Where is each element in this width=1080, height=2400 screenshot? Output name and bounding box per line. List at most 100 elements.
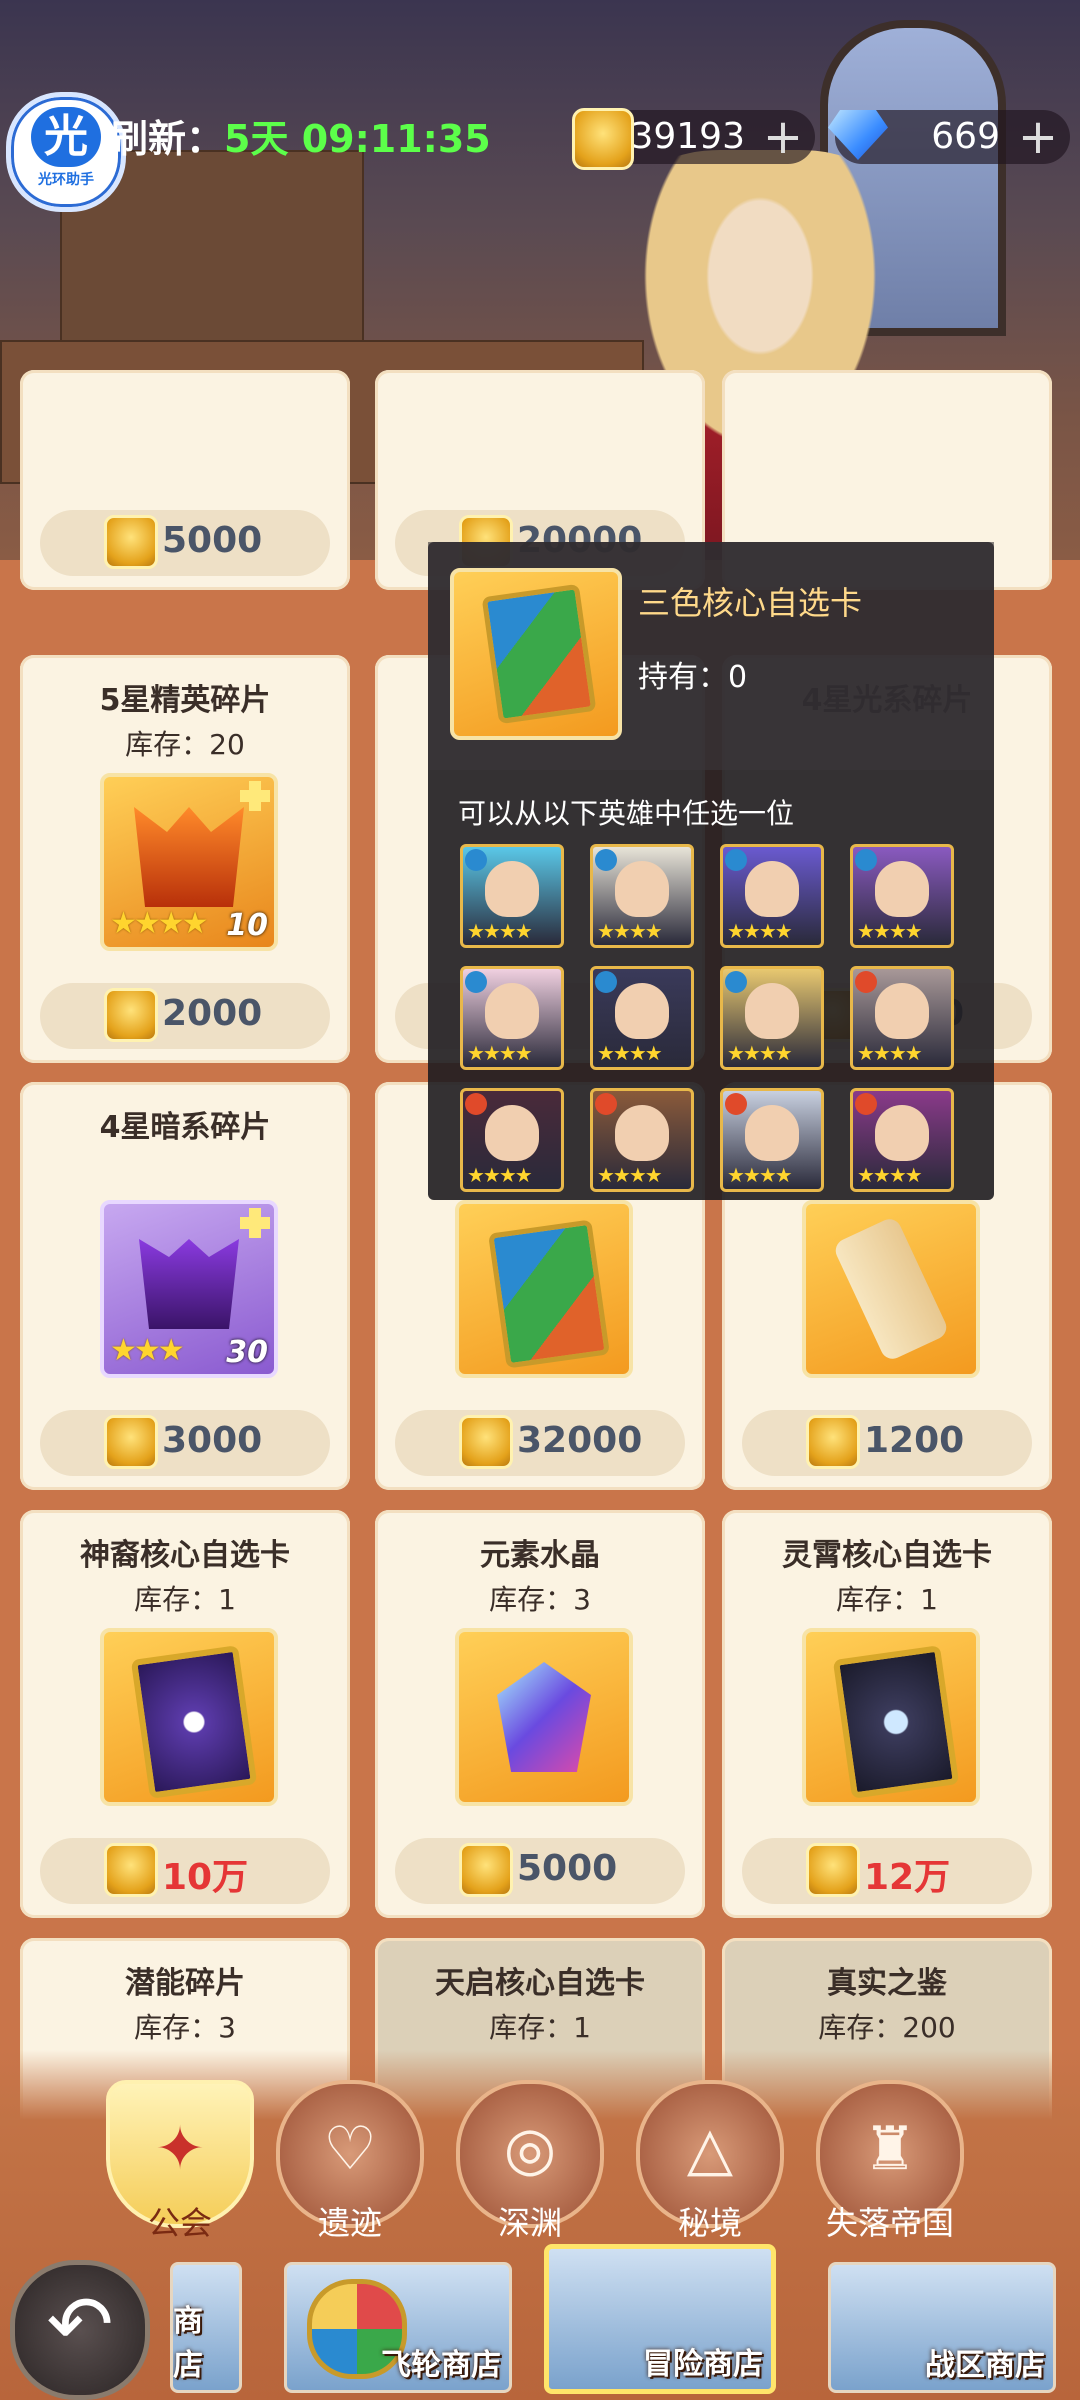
add-diamond-button[interactable]: + bbox=[1016, 113, 1060, 161]
back-button[interactable]: ↶ bbox=[10, 2260, 150, 2400]
hero-portrait[interactable]: ★★★★ bbox=[850, 966, 954, 1070]
hero-portrait[interactable]: ★★★★ bbox=[850, 1088, 954, 1192]
water-element-icon bbox=[595, 971, 617, 993]
shop-tab-adventure[interactable]: 冒险商店 bbox=[544, 2244, 776, 2394]
hero-face bbox=[875, 861, 929, 917]
diamond-value: 669 bbox=[931, 116, 1000, 157]
hero-star-rating: ★★★★ bbox=[467, 1041, 533, 1065]
hero-face bbox=[615, 983, 669, 1039]
gold-coin-icon bbox=[459, 1843, 513, 1897]
item-stock: 库存：3 bbox=[134, 2011, 236, 2044]
price-value: 12万 bbox=[864, 1857, 951, 1898]
shop-tab-wheel[interactable]: 飞轮商店 bbox=[284, 2262, 512, 2393]
gold-coin-icon bbox=[104, 988, 158, 1042]
hero-star-rating: ★★★★ bbox=[857, 919, 923, 943]
gold-value: 39193 bbox=[630, 116, 745, 157]
shop-tab-label: 战区商店 bbox=[925, 2348, 1045, 2383]
tab-label: 遗迹 bbox=[317, 2204, 382, 2242]
hero-star-rating: ★★★★ bbox=[857, 1041, 923, 1065]
hero-face bbox=[745, 861, 799, 917]
tab-secret-realm[interactable]: △ 秘境 bbox=[630, 2080, 790, 2244]
water-element-icon bbox=[855, 849, 877, 871]
hero-portrait[interactable]: ★★★★ bbox=[720, 966, 824, 1070]
star-rating: ★★★ bbox=[110, 1333, 185, 1368]
shop-item-card[interactable]: 元素水晶 库存：3 5000 bbox=[375, 1510, 705, 1918]
price-tag: 1200 bbox=[742, 1410, 1032, 1476]
mask-shape bbox=[139, 1239, 239, 1329]
hero-star-rating: ★★★★ bbox=[857, 1163, 923, 1187]
scroll-icon bbox=[802, 1200, 980, 1378]
hero-portrait[interactable]: ★★★★ bbox=[460, 1088, 564, 1192]
hero-star-rating: ★★★★ bbox=[597, 1041, 663, 1065]
divine-core-card-icon bbox=[100, 1628, 278, 1806]
item-name: 神裔核心自选卡 bbox=[80, 1538, 290, 1573]
tab-abyss[interactable]: ◎ 深渊 bbox=[450, 2080, 610, 2244]
logo-label: 光环助手 bbox=[38, 172, 94, 188]
add-gold-button[interactable]: + bbox=[761, 113, 805, 161]
price-tag: 10万 bbox=[40, 1838, 330, 1904]
item-quantity: 30 bbox=[226, 1335, 268, 1370]
hero-portrait[interactable]: ★★★★ bbox=[850, 844, 954, 948]
shop-item-card[interactable]: 4星暗系碎片 ★★★ 30 3000 bbox=[20, 1082, 350, 1490]
item-name: 潜能碎片 bbox=[125, 1966, 245, 2001]
shop-item-card[interactable]: 5000 bbox=[20, 370, 350, 590]
halo-assistant-logo[interactable]: 光 光环助手 bbox=[6, 92, 126, 212]
shop-tab-partial[interactable]: 商店 bbox=[170, 2262, 242, 2393]
item-name: 天启核心自选卡 bbox=[435, 1966, 645, 2001]
hero-portrait[interactable]: ★★★★ bbox=[590, 1088, 694, 1192]
hero-star-rating: ★★★★ bbox=[597, 919, 663, 943]
item-name: 灵霄核心自选卡 bbox=[782, 1538, 992, 1573]
celestial-core-card-icon bbox=[802, 1628, 980, 1806]
refresh-timer: 刷新：5天 09:11:35 bbox=[110, 108, 491, 163]
price-value: 5000 bbox=[517, 1848, 618, 1889]
fire-element-icon bbox=[855, 971, 877, 993]
elite-shard-icon: ★★★★ 10 bbox=[100, 773, 278, 951]
hero-portrait[interactable]: ★★★★ bbox=[590, 844, 694, 948]
shop-item-card[interactable]: 神裔核心自选卡 库存：1 10万 bbox=[20, 1510, 350, 1918]
hero-portrait[interactable]: ★★★★ bbox=[720, 1088, 824, 1192]
hero-face bbox=[485, 983, 539, 1039]
shop-tab-warzone[interactable]: 战区商店 bbox=[828, 2262, 1056, 2393]
item-stock: 库存：3 bbox=[489, 1583, 591, 1616]
hero-portrait[interactable]: ★★★★ bbox=[460, 966, 564, 1070]
item-name: 真实之鉴 bbox=[827, 1966, 947, 2001]
price-tag: 5000 bbox=[395, 1838, 685, 1904]
shop-tab-label: 飞轮商店 bbox=[381, 2348, 501, 2383]
item-stock: 库存：1 bbox=[134, 1583, 236, 1616]
puzzle-piece-icon bbox=[240, 1208, 270, 1238]
price-tag: 3000 bbox=[40, 1410, 330, 1476]
hero-face bbox=[875, 983, 929, 1039]
crystal-shape bbox=[497, 1662, 591, 1772]
hero-face bbox=[745, 983, 799, 1039]
card-shape bbox=[481, 583, 597, 725]
shop-item-card[interactable]: 5星精英碎片 库存：20 ★★★★ 10 2000 bbox=[20, 655, 350, 1063]
mask-shape bbox=[134, 807, 244, 907]
tab-label: 失落帝国 bbox=[825, 2204, 954, 2242]
hero-portrait[interactable]: ★★★★ bbox=[460, 844, 564, 948]
tab-lost-empire[interactable]: ♜ 失落帝国 bbox=[810, 2080, 970, 2244]
gold-coin-icon bbox=[104, 1415, 158, 1469]
tricolor-core-card-icon bbox=[450, 568, 622, 740]
hero-face bbox=[615, 861, 669, 917]
tab-ruins[interactable]: ♡ 遗迹 bbox=[270, 2080, 430, 2244]
item-stock: 库存：1 bbox=[836, 1583, 938, 1616]
star-rating: ★★★★ bbox=[110, 906, 209, 941]
shop-item-card[interactable]: 灵霄核心自选卡 库存：1 12万 bbox=[722, 1510, 1052, 1918]
hero-face bbox=[485, 861, 539, 917]
price-value: 10万 bbox=[162, 1857, 249, 1898]
item-name: 元素水晶 bbox=[480, 1538, 600, 1573]
hero-face bbox=[615, 1105, 669, 1161]
price-value: 3000 bbox=[162, 1420, 263, 1461]
item-name: 4星暗系碎片 bbox=[99, 1110, 271, 1145]
gold-coin-icon bbox=[459, 1415, 513, 1469]
hero-star-rating: ★★★★ bbox=[727, 919, 793, 943]
item-detail-popup[interactable]: 三色核心自选卡 持有：0 可以从以下英雄中任选一位 ★★★★ ★★★★ ★★★★ ★★… bbox=[428, 542, 994, 1200]
hero-portrait[interactable]: ★★★★ bbox=[590, 966, 694, 1070]
tricolor-core-card-icon bbox=[455, 1200, 633, 1378]
water-element-icon bbox=[465, 849, 487, 871]
tab-guild[interactable]: ✦ 公会 bbox=[100, 2080, 260, 2244]
popup-title: 三色核心自选卡 bbox=[638, 584, 863, 622]
hero-portrait[interactable]: ★★★★ bbox=[720, 844, 824, 948]
puzzle-piece-icon bbox=[240, 781, 270, 811]
refresh-prefix: 刷新： bbox=[110, 117, 225, 161]
